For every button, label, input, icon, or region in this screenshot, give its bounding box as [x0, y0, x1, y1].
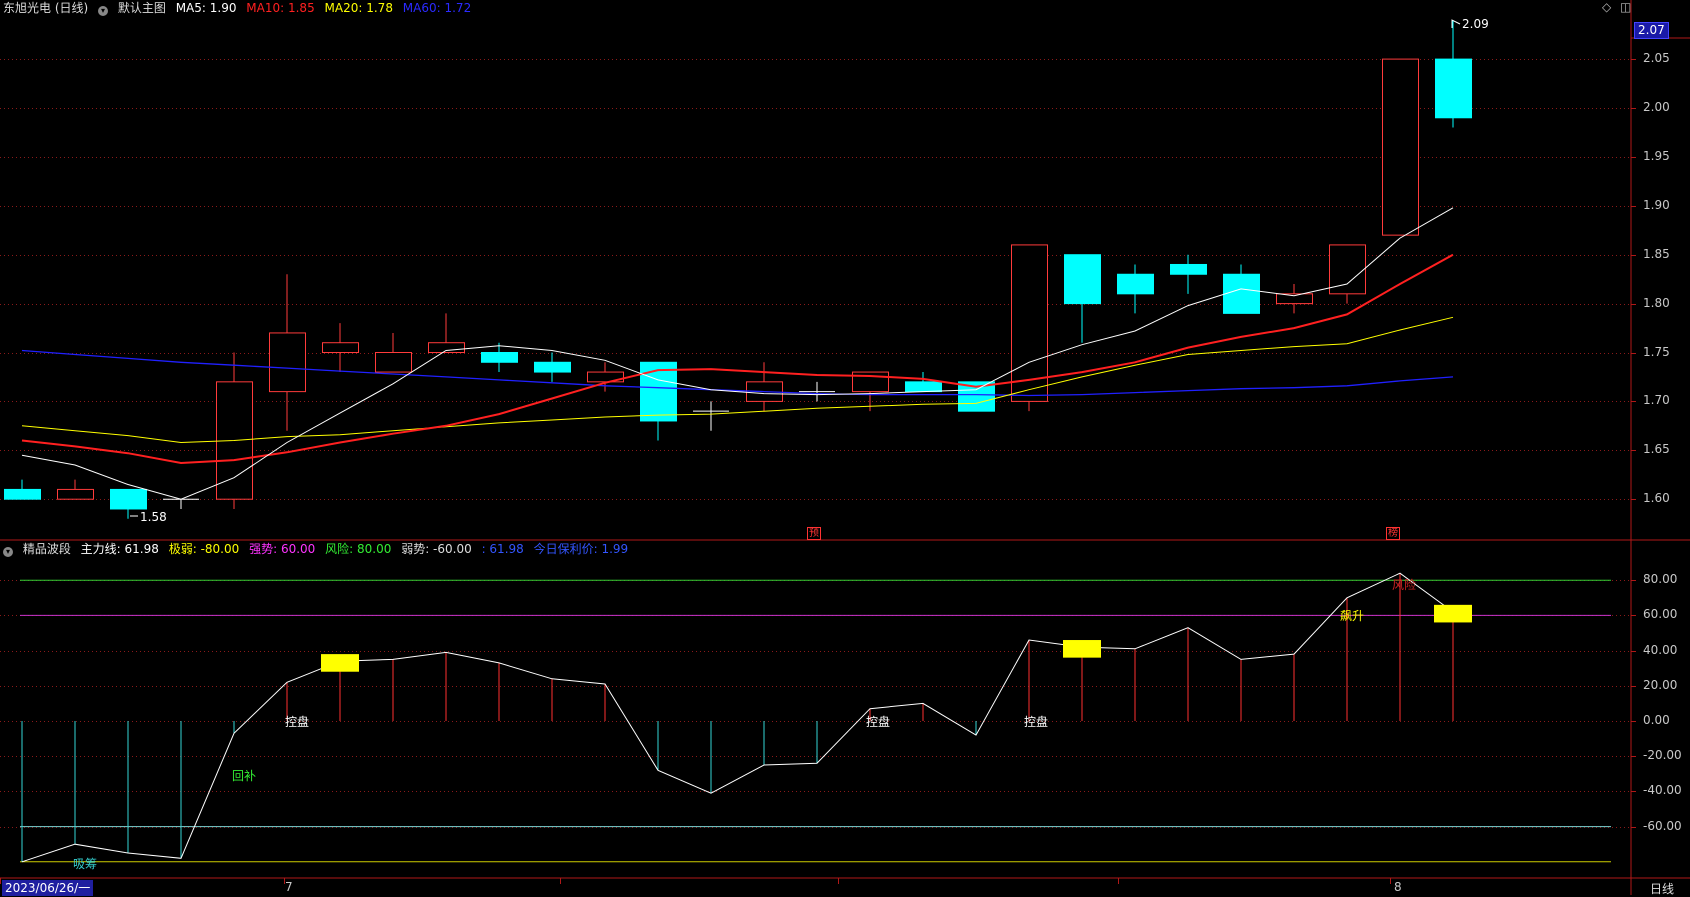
main-chart-header: 东旭光电 (日线) ▾ 默认主图 MA5: 1.90 MA10: 1.85 MA…	[3, 1, 477, 16]
signal-block	[321, 654, 359, 672]
ma60-label: MA60: 1.72	[402, 1, 472, 15]
indicator-tick-label: 40.00	[1643, 642, 1678, 657]
candle-body	[269, 332, 306, 393]
ma10-label: MA10: 1.85	[246, 1, 315, 15]
fengxian-label: 风险	[1392, 578, 1417, 592]
candle-body	[1382, 58, 1419, 236]
candle-body	[905, 381, 942, 393]
candle-body	[534, 361, 571, 373]
marker-tag-2[interactable]: 榜	[1386, 527, 1400, 540]
candle-body	[375, 352, 412, 373]
indicator-name[interactable]: 精品波段	[23, 542, 71, 556]
weak-extreme-label: 极弱: -80.00	[168, 542, 240, 556]
main-line-label: 主力线: 61.98	[80, 542, 159, 556]
indicator-value-label: : 61.98	[481, 542, 524, 556]
month-7-label: 7	[285, 880, 293, 894]
candle-body	[428, 342, 465, 354]
indicator-menu-icon[interactable]: ▾	[3, 547, 13, 557]
price-tick-label: 1.70	[1643, 393, 1670, 408]
price-tick-label: 1.75	[1643, 344, 1670, 359]
candle-body	[57, 488, 94, 500]
stock-title[interactable]: 东旭光电 (日线)	[3, 1, 88, 15]
indicator-tick-label: 60.00	[1643, 607, 1678, 622]
candle-body	[1223, 273, 1260, 314]
kline-chart[interactable]	[0, 0, 1690, 895]
huibu-label: 回补	[232, 769, 257, 783]
period-button[interactable]: 日线	[1650, 880, 1674, 897]
price-tick-label: 2.05	[1643, 51, 1670, 66]
current-price-label: 2.07	[1634, 22, 1669, 39]
indicator-tick-label: -20.00	[1643, 748, 1682, 763]
signal-block	[1063, 640, 1101, 658]
candle-body	[1170, 263, 1207, 275]
kongpan-label-3: 控盘	[1024, 715, 1049, 729]
candle-body	[110, 488, 147, 510]
weak-label: 弱势: -60.00	[401, 542, 472, 556]
ma5-label: MA5: 1.90	[175, 1, 237, 15]
price-tick-label: 2.00	[1643, 100, 1670, 114]
month-8-label: 8	[1394, 880, 1402, 894]
indicator-tick-label: -40.00	[1643, 783, 1682, 798]
kongpan-label-1: 控盘	[285, 715, 310, 729]
main-chart-label[interactable]: 默认主图	[118, 1, 166, 15]
ma20-label: MA20: 1.78	[324, 1, 393, 15]
low-price-label: 1.58	[140, 510, 167, 524]
price-tick-label: 1.80	[1643, 295, 1670, 310]
today-cost-label: 今日保利价: 1.99	[533, 542, 629, 556]
candle-body	[481, 352, 518, 363]
indicator-tick-label: 0.00	[1643, 713, 1670, 727]
indicator-tick-label: -60.00	[1643, 818, 1682, 833]
marker-tag-1[interactable]: 预	[807, 527, 821, 540]
xichou-label: 吸筹	[73, 857, 98, 871]
price-tick-label: 1.90	[1643, 197, 1670, 212]
piaosheng-label: 飙升	[1340, 609, 1365, 623]
candle-body	[1064, 254, 1101, 305]
price-tick-label: 1.65	[1643, 442, 1670, 457]
risk-label: 风险: 80.00	[325, 542, 392, 556]
candle-body	[1117, 273, 1154, 295]
high-price-label: 2.09	[1462, 17, 1489, 31]
price-tick-label: 1.60	[1643, 491, 1670, 506]
kongpan-label-2: 控盘	[866, 715, 891, 729]
strong-label: 强势: 60.00	[249, 542, 316, 556]
price-tick-label: 1.95	[1643, 148, 1670, 163]
candle-body	[322, 342, 359, 354]
indicator-header: ▾ 精品波段 主力线: 61.98 极弱: -80.00 强势: 60.00 风…	[3, 542, 634, 557]
restore-window-icon[interactable]: ◫	[1620, 0, 1631, 14]
candle-body	[4, 488, 41, 500]
chart-menu-icon[interactable]: ▾	[98, 6, 109, 16]
start-date-label: 2023/06/26/一	[2, 880, 94, 896]
chart-background	[0, 0, 1690, 895]
candle-body	[1435, 58, 1472, 119]
signal-block	[1434, 604, 1472, 623]
price-tick-label: 1.85	[1643, 246, 1670, 261]
indicator-tick-label: 80.00	[1643, 572, 1678, 587]
diamond-icon[interactable]: ◇	[1602, 0, 1611, 14]
indicator-tick-label: 20.00	[1643, 677, 1678, 692]
